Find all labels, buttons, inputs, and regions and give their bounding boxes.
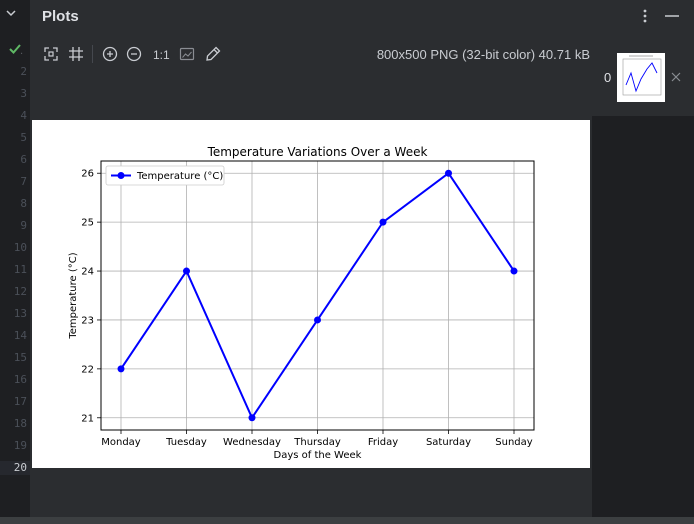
line-chart: Monday Tuesday Wednesday Thursday Friday Satu… (68, 145, 535, 461)
line-number: 15 (13, 351, 27, 364)
data-point (445, 169, 452, 177)
line-number: 19 (13, 439, 27, 452)
data-point (510, 267, 518, 275)
minimize-icon[interactable] (662, 6, 682, 26)
plots-header: Plots (30, 0, 694, 34)
x-tick-label: Friday (368, 437, 398, 448)
data-point (183, 267, 190, 275)
y-tick-label: 26 (81, 169, 94, 180)
line-number: 9 (20, 219, 27, 232)
background-icon (179, 47, 195, 61)
grid-icon (69, 47, 83, 61)
close-icon[interactable] (670, 71, 682, 83)
data-point (314, 316, 321, 324)
color-picker-icon (206, 46, 221, 61)
line-number: 11 (13, 263, 27, 276)
x-tick-label: Monday (101, 437, 141, 448)
line-number: 18 (13, 417, 27, 430)
zoom-out-icon (126, 46, 142, 62)
data-point (117, 365, 125, 373)
y-tick-label: 21 (81, 413, 94, 424)
zoom-out-button[interactable] (124, 44, 144, 64)
fold-dots: · (20, 49, 24, 60)
y-tick-label: 25 (81, 218, 94, 229)
grid-toggle-button[interactable] (66, 44, 86, 64)
x-tick-label: Saturday (426, 437, 471, 448)
toolbar-separator (92, 45, 93, 63)
line-number: 12 (13, 285, 27, 298)
y-axis-label: Temperature (°C) (68, 252, 79, 339)
color-picker-button[interactable] (203, 44, 223, 64)
line-number: 14 (13, 329, 27, 342)
line-number: 6 (20, 153, 27, 166)
legend-label: Temperature (°C) (136, 171, 223, 182)
history-index: 0 (604, 70, 612, 85)
line-number: 5 (20, 131, 27, 144)
more-vertical-icon[interactable] (638, 6, 652, 26)
y-tick-label: 24 (81, 267, 94, 278)
x-tick-label: Tuesday (165, 437, 207, 448)
line-number: 7 (20, 175, 27, 188)
x-tick-label: Wednesday (223, 437, 281, 448)
plot-thumbnail[interactable] (617, 53, 665, 102)
plot-toolbar: 1:1 800x500 PNG (32-bit color) 40.71 kB (30, 40, 592, 70)
y-tick-label: 22 (81, 364, 94, 375)
panel-title: Plots (42, 8, 79, 25)
plot-history: 0 (592, 40, 694, 524)
fit-content-icon (44, 47, 58, 61)
legend-marker (117, 172, 125, 179)
status-bar (0, 517, 694, 524)
chevron-down-icon[interactable] (4, 6, 18, 20)
y-tick-label: 23 (81, 315, 94, 326)
dark-background-button[interactable] (177, 44, 197, 64)
line-number: 13 (13, 307, 27, 320)
data-point (248, 414, 256, 422)
line-number: 17 (13, 395, 27, 408)
line-number: 2 (20, 65, 27, 78)
line-number: 16 (13, 373, 27, 386)
plot-image: Monday Tuesday Wednesday Thursday Friday Satu… (32, 120, 590, 468)
line-number: 10 (13, 241, 27, 254)
x-tick-label: Sunday (495, 437, 532, 448)
editor-gutter: · 2 3 4 5 6 7 8 9 10 11 12 13 14 15 16 1… (0, 0, 30, 524)
fit-content-button[interactable] (41, 44, 61, 64)
data-point (379, 218, 387, 226)
zoom-in-icon (102, 46, 118, 62)
zoom-in-button[interactable] (100, 44, 120, 64)
actual-size-button[interactable]: 1:1 (153, 48, 170, 62)
history-item[interactable]: 0 (592, 40, 694, 116)
line-number: 4 (20, 109, 27, 122)
x-axis-label: Days of the Week (274, 450, 362, 461)
x-tick-label: Thursday (293, 437, 341, 448)
chart-title: Temperature Variations Over a Week (207, 145, 428, 159)
line-number: 20 (13, 461, 27, 474)
line-number: 8 (20, 197, 27, 210)
image-info: 800x500 PNG (32-bit color) 40.71 kB (376, 47, 590, 62)
line-number: 3 (20, 87, 27, 100)
